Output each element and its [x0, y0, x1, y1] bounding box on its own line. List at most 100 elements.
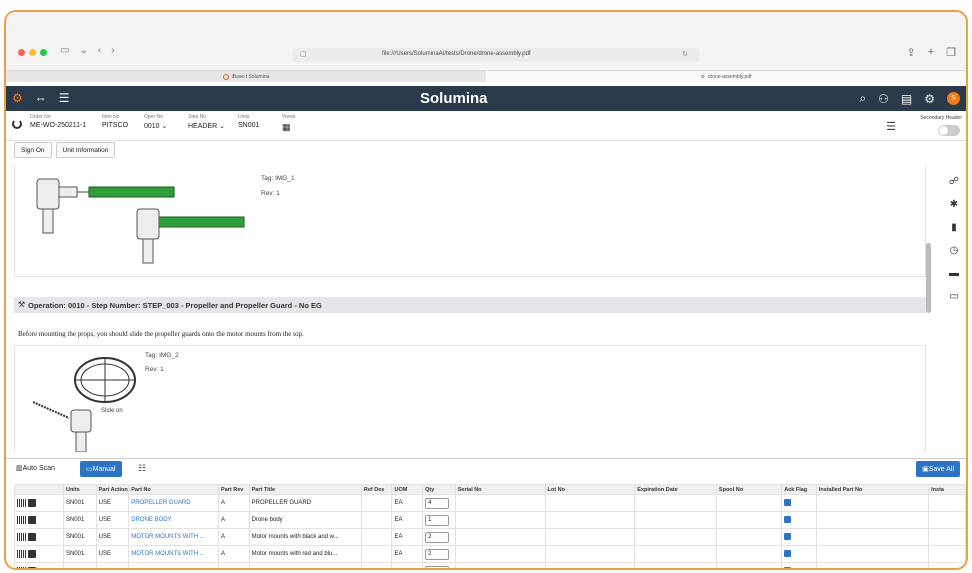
column-header[interactable]: Part Action [95, 484, 130, 495]
print-icon[interactable] [28, 533, 36, 541]
field-views[interactable]: Views ▦ [282, 114, 295, 133]
cell-installed[interactable] [928, 494, 966, 512]
cell-part-no[interactable]: PROPELLER GUARD [128, 494, 220, 512]
menu-icon[interactable]: ☰ [886, 120, 896, 133]
column-header[interactable]: Part No [128, 484, 220, 495]
field-step-no[interactable]: Step No HEADER ⌄ [188, 114, 225, 130]
print-icon[interactable] [28, 516, 36, 524]
cell-serial-no[interactable] [454, 562, 546, 568]
cell-serial-no[interactable] [454, 545, 546, 563]
column-header[interactable]: Spool No [715, 484, 783, 495]
avatar[interactable]: S [947, 92, 960, 105]
clock-icon[interactable]: ◷ [950, 245, 959, 256]
cell-lot-no[interactable] [544, 528, 636, 546]
ack-checkbox[interactable] [784, 515, 792, 523]
column-header[interactable]: Insta [928, 484, 966, 495]
cell-part-no[interactable]: DRONE BODY [128, 511, 220, 529]
qty-input[interactable]: 2 [425, 548, 450, 560]
cell-expiration-date[interactable] [634, 511, 717, 529]
auto-scan-button[interactable]: ▥Auto Scan [16, 464, 55, 472]
content-scrollbar[interactable] [926, 243, 931, 313]
work-instructions[interactable]: Tag: IMG_1 Rev: 1 ⚒ Operation: 0010 - St… [6, 165, 938, 452]
workflow-icon[interactable]: ⇔ [35, 91, 47, 105]
barcode-icon[interactable] [17, 499, 26, 507]
minimize-window-button[interactable] [29, 49, 36, 56]
column-header[interactable]: Qty [422, 484, 456, 495]
grid-icon[interactable]: ▦ [282, 122, 295, 133]
sidebar-icon[interactable]: ▭ [60, 45, 69, 56]
back-icon[interactable]: ‹ [98, 45, 101, 56]
unit-information-button[interactable]: Unit Information [55, 142, 116, 158]
cell-spool-no[interactable] [715, 494, 783, 512]
column-header[interactable]: Units [62, 484, 97, 495]
cell-part-no[interactable]: MOTOR MOUNTS WITH ... [128, 545, 220, 563]
barcode-icon[interactable] [17, 516, 26, 524]
print-icon[interactable] [28, 499, 36, 507]
document-icon[interactable]: ▮ [951, 222, 957, 233]
table-row[interactable]: SN001 USE MOTOR MOUNTS WITH ... A Motor moun… [14, 545, 966, 563]
address-bar[interactable]: ▢ file:///Users/SoluminaAI/tests/Drone/d… [292, 48, 700, 62]
barcode-icon[interactable] [17, 550, 26, 558]
cell-spool-no[interactable] [715, 528, 783, 546]
cell-installed[interactable] [928, 528, 966, 546]
list-icon[interactable]: ☰ [59, 91, 70, 105]
cell-installed[interactable] [928, 562, 966, 568]
column-header[interactable]: Serial No [454, 484, 546, 495]
refresh-icon[interactable] [12, 119, 22, 129]
settings-icon[interactable]: ⚙ [924, 92, 935, 106]
bug-icon[interactable]: ✱ [950, 199, 958, 210]
cell-lot-no[interactable] [544, 562, 636, 568]
ack-checkbox[interactable] [784, 549, 792, 557]
cell-expiration-date[interactable] [634, 545, 717, 563]
column-header[interactable]: Ref Des [360, 484, 393, 495]
table-row[interactable]: SN001USEBATTERYABattery EA2 [14, 562, 966, 568]
reload-icon[interactable]: ↻ [682, 50, 688, 58]
sign-on-button[interactable]: Sign On [14, 142, 52, 158]
filter-icon[interactable]: ☷ [138, 463, 146, 474]
operation-header[interactable]: ⚒ Operation: 0010 - Step Number: STEP_00… [14, 297, 926, 313]
comment-icon[interactable]: ▬ [949, 268, 959, 279]
cell-installed-part-no[interactable] [815, 511, 930, 529]
column-header[interactable]: Part Title [248, 484, 362, 495]
manual-button[interactable]: ▭ Manual [80, 461, 122, 477]
cell-lot-no[interactable] [544, 511, 636, 529]
barcode-icon[interactable] [17, 533, 26, 541]
cell-installed-part-no[interactable] [815, 494, 930, 512]
cell-installed-part-no[interactable] [815, 562, 930, 568]
search-icon[interactable]: ⌕ [859, 91, 866, 106]
save-all-button[interactable]: ▣ Save All [916, 461, 960, 477]
column-header[interactable]: Ack Flag [781, 484, 817, 495]
cell-serial-no[interactable] [454, 528, 546, 546]
qty-input[interactable]: 2 [425, 565, 450, 568]
cell-spool-no[interactable] [715, 511, 783, 529]
cell-installed[interactable] [928, 545, 966, 563]
cell-installed-part-no[interactable] [815, 545, 930, 563]
tabs-overview-icon[interactable]: ❐ [946, 46, 956, 59]
cell-expiration-date[interactable] [634, 528, 717, 546]
share-icon[interactable]: ⇪ [906, 46, 915, 59]
column-header[interactable]: Lot No [544, 484, 636, 495]
qty-input[interactable]: 1 [425, 514, 450, 526]
maximize-window-button[interactable] [40, 49, 47, 56]
forward-icon[interactable]: › [111, 45, 114, 56]
share-node-icon[interactable]: ☍ [949, 176, 959, 187]
cell-spool-no[interactable] [715, 562, 783, 568]
chevron-down-icon[interactable]: ⌄ [162, 123, 168, 130]
cell-lot-no[interactable] [544, 494, 636, 512]
cell-expiration-date[interactable] [634, 562, 717, 568]
chevron-down-icon[interactable]: ⌄ [219, 123, 225, 130]
cell-part-no[interactable]: BATTERY [128, 562, 220, 568]
documents-icon[interactable]: ▤ [901, 92, 912, 106]
column-header[interactable]: Part Rev [218, 484, 250, 495]
table-row[interactable]: SN001 USE MOTOR MOUNTS WITH ... A Motor moun… [14, 528, 966, 546]
qty-input[interactable]: 4 [425, 497, 450, 509]
cell-lot-no[interactable] [544, 545, 636, 563]
close-window-button[interactable] [18, 49, 25, 56]
table-row[interactable]: SN001 USE DRONE BODY A Drone body EA 1 [14, 511, 966, 529]
print-icon[interactable] [28, 550, 36, 558]
cell-serial-no[interactable] [454, 494, 546, 512]
tab-solumina[interactable]: iBase-t Solumina [6, 70, 486, 82]
qty-input[interactable]: 2 [425, 531, 450, 543]
ack-checkbox[interactable] [784, 498, 792, 506]
cell-serial-no[interactable] [454, 511, 546, 529]
